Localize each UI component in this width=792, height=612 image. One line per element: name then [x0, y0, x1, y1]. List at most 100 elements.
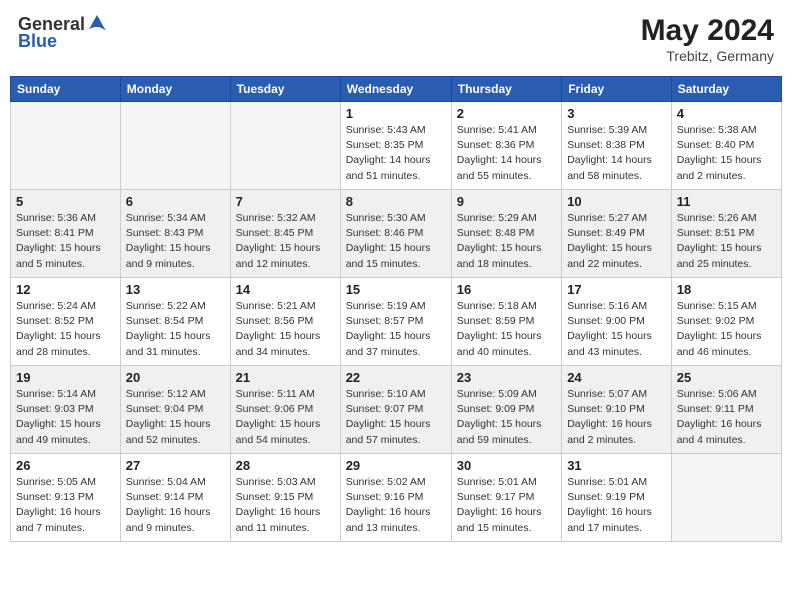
day-number: 11 — [677, 194, 776, 209]
calendar-cell: 1 Sunrise: 5:43 AMSunset: 8:35 PMDaylight… — [340, 102, 451, 190]
day-info: Sunrise: 5:09 AMSunset: 9:09 PMDaylight:… — [457, 387, 556, 448]
week-row-1: 1 Sunrise: 5:43 AMSunset: 8:35 PMDaylight… — [11, 102, 782, 190]
day-number: 17 — [567, 282, 666, 297]
calendar-cell: 11Sunrise: 5:26 AMSunset: 8:51 PMDayligh… — [671, 190, 781, 278]
calendar-table: SundayMondayTuesdayWednesdayThursdayFrid… — [10, 76, 782, 542]
calendar-cell — [120, 102, 230, 190]
day-info: Sunrise: 5:05 AMSunset: 9:13 PMDaylight:… — [16, 475, 115, 536]
day-info: Sunrise: 5:03 AMSunset: 9:15 PMDaylight:… — [236, 475, 335, 536]
calendar-cell: 12 Sunrise: 5:24 AMSunset: 8:52 PMDayligh… — [11, 278, 121, 366]
day-number: 23 — [457, 370, 556, 385]
calendar-cell: 7 Sunrise: 5:32 AMSunset: 8:45 PMDaylight… — [230, 190, 340, 278]
calendar-cell: 23 Sunrise: 5:09 AMSunset: 9:09 PMDayligh… — [451, 366, 561, 454]
calendar-cell: 19 Sunrise: 5:14 AMSunset: 9:03 PMDayligh… — [11, 366, 121, 454]
day-header-friday: Friday — [562, 77, 672, 102]
day-number: 1 — [346, 106, 446, 121]
day-header-monday: Monday — [120, 77, 230, 102]
day-info: Sunrise: 5:02 AMSunset: 9:16 PMDaylight:… — [346, 475, 446, 536]
day-number: 29 — [346, 458, 446, 473]
calendar-cell: 17 Sunrise: 5:16 AMSunset: 9:00 PMDayligh… — [562, 278, 672, 366]
day-info: Sunrise: 5:43 AMSunset: 8:35 PMDaylight:… — [346, 123, 446, 184]
day-info: Sunrise: 5:29 AMSunset: 8:48 PMDaylight:… — [457, 211, 556, 272]
day-number: 5 — [16, 194, 115, 209]
day-header-tuesday: Tuesday — [230, 77, 340, 102]
week-row-2: 5 Sunrise: 5:36 AMSunset: 8:41 PMDaylight… — [11, 190, 782, 278]
day-info: Sunrise: 5:14 AMSunset: 9:03 PMDaylight:… — [16, 387, 115, 448]
day-number: 6 — [126, 194, 225, 209]
calendar-cell: 18 Sunrise: 5:15 AMSunset: 9:02 PMDayligh… — [671, 278, 781, 366]
calendar-cell — [230, 102, 340, 190]
calendar-cell: 10Sunrise: 5:27 AMSunset: 8:49 PMDayligh… — [562, 190, 672, 278]
day-number: 16 — [457, 282, 556, 297]
calendar-cell: 26Sunrise: 5:05 AMSunset: 9:13 PMDayligh… — [11, 454, 121, 542]
day-info: Sunrise: 5:01 AMSunset: 9:19 PMDaylight:… — [567, 475, 666, 536]
day-info: Sunrise: 5:34 AMSunset: 8:43 PMDaylight:… — [126, 211, 225, 272]
calendar-cell: 29 Sunrise: 5:02 AMSunset: 9:16 PMDayligh… — [340, 454, 451, 542]
day-number: 21 — [236, 370, 335, 385]
day-info: Sunrise: 5:16 AMSunset: 9:00 PMDaylight:… — [567, 299, 666, 360]
day-header-wednesday: Wednesday — [340, 77, 451, 102]
day-number: 7 — [236, 194, 335, 209]
day-info: Sunrise: 5:21 AMSunset: 8:56 PMDaylight:… — [236, 299, 335, 360]
day-info: Sunrise: 5:41 AMSunset: 8:36 PMDaylight:… — [457, 123, 556, 184]
logo: General Blue — [18, 14, 108, 52]
calendar-cell: 15Sunrise: 5:19 AMSunset: 8:57 PMDayligh… — [340, 278, 451, 366]
calendar-cell: 14 Sunrise: 5:21 AMSunset: 8:56 PMDayligh… — [230, 278, 340, 366]
day-info: Sunrise: 5:36 AMSunset: 8:41 PMDaylight:… — [16, 211, 115, 272]
day-number: 13 — [126, 282, 225, 297]
calendar-cell: 30 Sunrise: 5:01 AMSunset: 9:17 PMDayligh… — [451, 454, 561, 542]
day-number: 25 — [677, 370, 776, 385]
day-info: Sunrise: 5:12 AMSunset: 9:04 PMDaylight:… — [126, 387, 225, 448]
location-subtitle: Trebitz, Germany — [641, 48, 774, 64]
day-info: Sunrise: 5:11 AMSunset: 9:06 PMDaylight:… — [236, 387, 335, 448]
calendar-cell: 25 Sunrise: 5:06 AMSunset: 9:11 PMDayligh… — [671, 366, 781, 454]
day-number: 19 — [16, 370, 115, 385]
calendar-cell: 2Sunrise: 5:41 AMSunset: 8:36 PMDaylight… — [451, 102, 561, 190]
day-number: 14 — [236, 282, 335, 297]
day-number: 20 — [126, 370, 225, 385]
day-number: 27 — [126, 458, 225, 473]
title-block: May 2024 Trebitz, Germany — [641, 14, 774, 64]
calendar-cell: 22 Sunrise: 5:10 AMSunset: 9:07 PMDayligh… — [340, 366, 451, 454]
day-info: Sunrise: 5:32 AMSunset: 8:45 PMDaylight:… — [236, 211, 335, 272]
day-number: 8 — [346, 194, 446, 209]
day-header-thursday: Thursday — [451, 77, 561, 102]
page-header: General Blue May 2024 Trebitz, Germany — [10, 10, 782, 68]
calendar-cell: 8Sunrise: 5:30 AMSunset: 8:46 PMDaylight… — [340, 190, 451, 278]
day-info: Sunrise: 5:07 AMSunset: 9:10 PMDaylight:… — [567, 387, 666, 448]
day-number: 22 — [346, 370, 446, 385]
calendar-cell — [11, 102, 121, 190]
logo-icon — [86, 13, 108, 35]
calendar-cell: 20 Sunrise: 5:12 AMSunset: 9:04 PMDayligh… — [120, 366, 230, 454]
day-number: 24 — [567, 370, 666, 385]
day-number: 3 — [567, 106, 666, 121]
calendar-cell: 13Sunrise: 5:22 AMSunset: 8:54 PMDayligh… — [120, 278, 230, 366]
day-info: Sunrise: 5:18 AMSunset: 8:59 PMDaylight:… — [457, 299, 556, 360]
logo-blue-text: Blue — [18, 31, 57, 52]
day-info: Sunrise: 5:10 AMSunset: 9:07 PMDaylight:… — [346, 387, 446, 448]
calendar-cell: 5 Sunrise: 5:36 AMSunset: 8:41 PMDaylight… — [11, 190, 121, 278]
day-info: Sunrise: 5:15 AMSunset: 9:02 PMDaylight:… — [677, 299, 776, 360]
day-info: Sunrise: 5:39 AMSunset: 8:38 PMDaylight:… — [567, 123, 666, 184]
calendar-cell: 9Sunrise: 5:29 AMSunset: 8:48 PMDaylight… — [451, 190, 561, 278]
day-number: 12 — [16, 282, 115, 297]
calendar-cell: 28Sunrise: 5:03 AMSunset: 9:15 PMDayligh… — [230, 454, 340, 542]
day-number: 30 — [457, 458, 556, 473]
calendar-cell: 27 Sunrise: 5:04 AMSunset: 9:14 PMDayligh… — [120, 454, 230, 542]
day-info: Sunrise: 5:04 AMSunset: 9:14 PMDaylight:… — [126, 475, 225, 536]
calendar-header-row: SundayMondayTuesdayWednesdayThursdayFrid… — [11, 77, 782, 102]
calendar-cell — [671, 454, 781, 542]
calendar-cell: 3 Sunrise: 5:39 AMSunset: 8:38 PMDaylight… — [562, 102, 672, 190]
calendar-cell: 6 Sunrise: 5:34 AMSunset: 8:43 PMDaylight… — [120, 190, 230, 278]
calendar-cell: 24 Sunrise: 5:07 AMSunset: 9:10 PMDayligh… — [562, 366, 672, 454]
day-header-sunday: Sunday — [11, 77, 121, 102]
day-number: 15 — [346, 282, 446, 297]
day-info: Sunrise: 5:01 AMSunset: 9:17 PMDaylight:… — [457, 475, 556, 536]
day-info: Sunrise: 5:06 AMSunset: 9:11 PMDaylight:… — [677, 387, 776, 448]
calendar-cell: 31Sunrise: 5:01 AMSunset: 9:19 PMDayligh… — [562, 454, 672, 542]
day-number: 18 — [677, 282, 776, 297]
day-info: Sunrise: 5:27 AMSunset: 8:49 PMDaylight:… — [567, 211, 666, 272]
day-header-saturday: Saturday — [671, 77, 781, 102]
month-year-title: May 2024 — [641, 14, 774, 48]
day-info: Sunrise: 5:24 AMSunset: 8:52 PMDaylight:… — [16, 299, 115, 360]
